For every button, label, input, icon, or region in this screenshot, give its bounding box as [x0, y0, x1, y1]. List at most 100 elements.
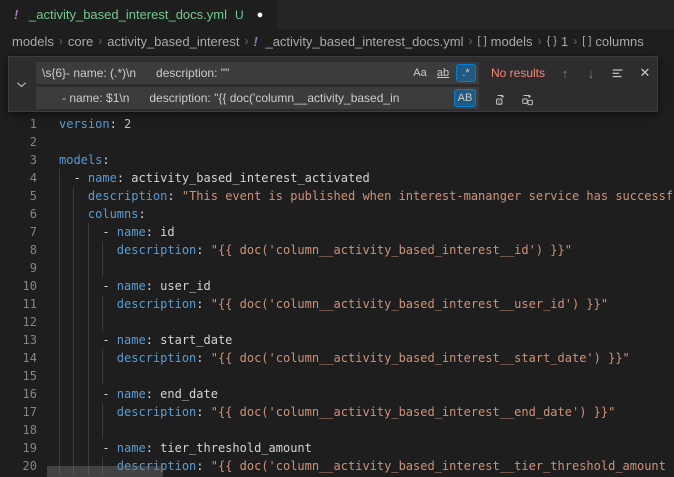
code-line[interactable]: 3 models:	[0, 151, 674, 169]
chevron-down-icon	[16, 79, 27, 90]
line-number[interactable]: 16	[0, 385, 37, 403]
previous-match-button[interactable]: ↑	[555, 62, 575, 84]
breadcrumb-label: columns	[595, 34, 643, 49]
code-line[interactable]: 14 description: "{{ doc('column__activit…	[0, 349, 674, 367]
breadcrumb-label: models	[491, 34, 533, 49]
code-line[interactable]: 15	[0, 367, 674, 385]
code-line[interactable]: 18	[0, 421, 674, 439]
code-line[interactable]: 13 - name: start_date	[0, 331, 674, 349]
code-line[interactable]: 2	[0, 133, 674, 151]
code-line[interactable]: 4 - name: activity_based_interest_activa…	[0, 169, 674, 187]
breadcrumb-separator-icon: ›	[244, 34, 248, 48]
regex-button[interactable]: .*	[456, 64, 476, 82]
indent-guide	[102, 295, 103, 313]
editor-pane[interactable]: 1 version: 2 23 models:4 - name: activity_b…	[0, 53, 674, 477]
indent-guide	[88, 367, 89, 385]
line-number[interactable]: 18	[0, 421, 37, 439]
indent-guide	[59, 349, 60, 367]
breadcrumb: models › core › activity_based_interest › !_ac…	[0, 29, 674, 53]
code-text: version: 2	[59, 115, 131, 133]
breadcrumb-item[interactable]: { }1	[547, 34, 569, 49]
find-in-selection-icon	[611, 67, 624, 80]
indent-guide	[59, 313, 60, 331]
breadcrumb-separator-icon: ›	[468, 34, 472, 48]
indent-guide	[102, 241, 103, 259]
code-line[interactable]: 10 - name: user_id	[0, 277, 674, 295]
line-number[interactable]: 6	[0, 205, 37, 223]
replace-icon: c	[494, 92, 508, 106]
whole-word-button[interactable]: ab	[433, 64, 453, 82]
code-line[interactable]: 7 - name: id	[0, 223, 674, 241]
line-number[interactable]: 20	[0, 457, 37, 475]
line-number[interactable]: 13	[0, 331, 37, 349]
toggle-replace-button[interactable]	[9, 57, 34, 111]
code-text: description: "{{ doc('column__activity_b…	[59, 349, 630, 367]
code-text: description: "{{ doc('column__activity_b…	[59, 295, 608, 313]
indent-guide	[59, 169, 60, 187]
breadcrumb-item[interactable]: [ ]models	[477, 34, 532, 49]
line-number[interactable]: 4	[0, 169, 37, 187]
line-number[interactable]: 5	[0, 187, 37, 205]
breadcrumb-label: _activity_based_interest_docs.yml	[265, 34, 463, 49]
line-number[interactable]: 8	[0, 241, 37, 259]
code-line[interactable]: 5 description: "This event is published …	[0, 187, 674, 205]
code-line[interactable]: 12	[0, 313, 674, 331]
indent-guide	[73, 259, 74, 277]
line-number[interactable]: 14	[0, 349, 37, 367]
code-text: - name: tier_threshold_amount	[59, 439, 312, 457]
replace-input-wrap: AB	[36, 87, 479, 109]
code-text: description: "This event is published wh…	[59, 187, 673, 205]
preserve-case-button[interactable]: AB	[454, 89, 476, 107]
breadcrumb-item[interactable]: models	[12, 34, 54, 49]
line-number[interactable]: 1	[0, 115, 37, 133]
next-match-button[interactable]: ↓	[581, 62, 601, 84]
find-in-selection-button[interactable]	[607, 62, 627, 84]
code-line[interactable]: 6 columns:	[0, 205, 674, 223]
code-text: - name: id	[59, 223, 175, 241]
code-line[interactable]: 9	[0, 259, 674, 277]
code-line[interactable]: 1 version: 2	[0, 115, 674, 133]
line-number[interactable]: 9	[0, 259, 37, 277]
code-line[interactable]: 19 - name: tier_threshold_amount	[0, 439, 674, 457]
code-text: models:	[59, 151, 110, 169]
line-number[interactable]: 2	[0, 133, 37, 151]
match-case-button[interactable]: Aa	[410, 64, 430, 82]
indent-guide	[88, 295, 89, 313]
line-number[interactable]: 7	[0, 223, 37, 241]
git-untracked-badge: U	[235, 8, 244, 22]
code-lines: 1 version: 2 23 models:4 - name: activity_b…	[0, 115, 674, 475]
indent-guide	[59, 385, 60, 403]
code-line[interactable]: 16 - name: end_date	[0, 385, 674, 403]
code-line[interactable]: 11 description: "{{ doc('column__activit…	[0, 295, 674, 313]
editor-tab[interactable]: ! _activity_based_interest_docs.yml U ●	[0, 0, 277, 29]
replace-one-button[interactable]: c	[491, 89, 511, 109]
breadcrumb-item[interactable]: !_activity_based_interest_docs.yml	[253, 34, 463, 49]
tab-filename: _activity_based_interest_docs.yml	[29, 7, 227, 22]
line-number[interactable]: 19	[0, 439, 37, 457]
breadcrumb-separator-icon: ›	[98, 34, 102, 48]
breadcrumb-item[interactable]: [ ]columns	[582, 34, 644, 49]
find-input-wrap: Aa ab .*	[36, 62, 479, 84]
code-line[interactable]: 8 description: "{{ doc('column__activity…	[0, 241, 674, 259]
line-number[interactable]: 17	[0, 403, 37, 421]
vscode-window: ! _activity_based_interest_docs.yml U ● …	[0, 0, 674, 477]
horizontal-scrollbar[interactable]	[47, 466, 163, 477]
code-line[interactable]: 17 description: "{{ doc('column__activit…	[0, 403, 674, 421]
unsaved-changes-dot[interactable]: ●	[257, 9, 264, 21]
indent-guide	[73, 223, 74, 241]
indent-guide	[88, 259, 89, 277]
line-number[interactable]: 3	[0, 151, 37, 169]
breadcrumb-item[interactable]: core	[68, 34, 93, 49]
replace-all-button[interactable]	[518, 89, 538, 109]
close-find-button[interactable]: ✕	[635, 62, 655, 84]
line-number[interactable]: 12	[0, 313, 37, 331]
line-number[interactable]: 11	[0, 295, 37, 313]
line-number[interactable]: 15	[0, 367, 37, 385]
code-text: - name: end_date	[59, 385, 218, 403]
line-number[interactable]: 10	[0, 277, 37, 295]
replace-input[interactable]	[36, 87, 479, 109]
indent-guide	[73, 439, 74, 457]
indent-guide	[102, 367, 103, 385]
indent-guide	[59, 223, 60, 241]
breadcrumb-item[interactable]: activity_based_interest	[107, 34, 239, 49]
